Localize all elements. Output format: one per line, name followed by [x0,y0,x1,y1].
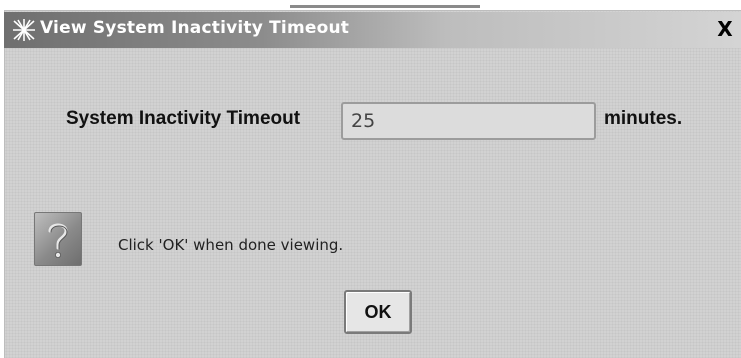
title-bar[interactable]: View System Inactivity Timeout X [4,12,741,48]
ok-button[interactable]: OK [344,290,412,334]
timeout-label: System Inactivity Timeout [66,108,301,129]
question-mark-icon [34,212,82,266]
info-message: Click 'OK' when done viewing. [118,236,344,254]
java-cup-icon [12,18,36,42]
background-strip [0,0,741,10]
timeout-input[interactable] [341,102,596,140]
close-button[interactable]: X [713,18,737,42]
unit-label: minutes. [604,108,683,129]
background-window-edge [290,5,480,8]
window-title: View System Inactivity Timeout [40,18,350,38]
